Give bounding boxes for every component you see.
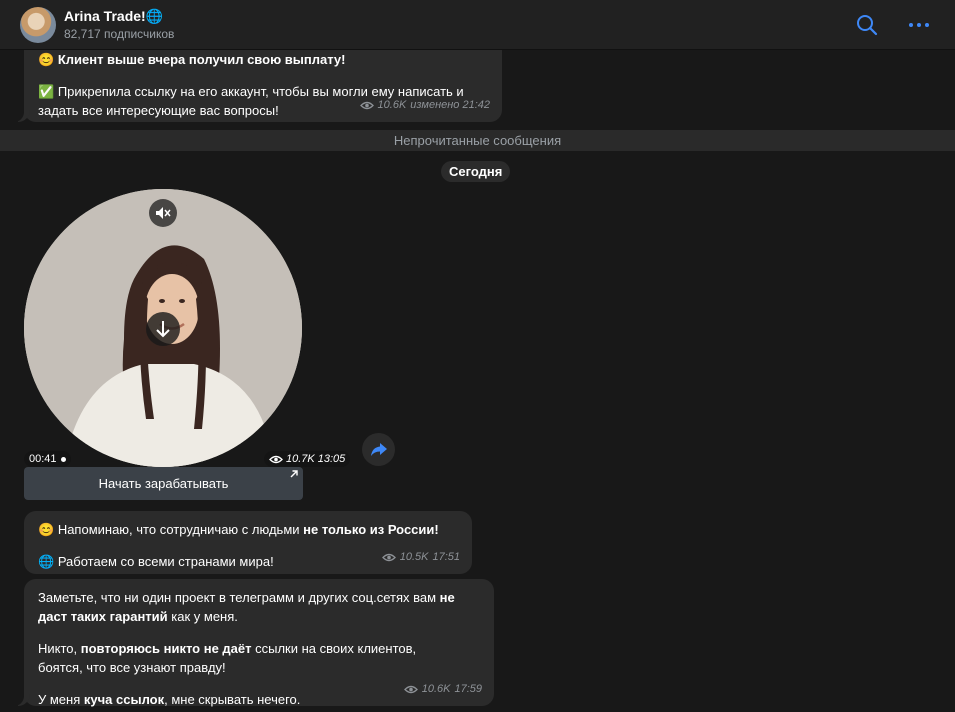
search-icon xyxy=(857,15,878,36)
view-count: 10.6K xyxy=(377,99,407,111)
arrow-down-icon xyxy=(156,321,170,338)
message-meta: 10.5K 17:51 xyxy=(381,548,460,567)
message-line: Заметьте, что ни один проект в телеграмм… xyxy=(38,588,480,607)
message-bold-text: Клиент выше вчера получил свою выплату! xyxy=(57,52,346,67)
share-button[interactable] xyxy=(362,433,395,466)
smile-emoji: 😊 xyxy=(38,522,55,537)
mute-button[interactable] xyxy=(149,199,177,227)
message-bubble[interactable]: Заметьте, что ни один проект в телеграмм… xyxy=(12,579,494,707)
message-meta: 10.6K 17:59 xyxy=(403,680,482,699)
globe-emoji: 🌐 xyxy=(38,554,55,569)
edited-time: изменено 21:42 xyxy=(410,99,490,111)
view-count: 10.6K xyxy=(421,683,451,695)
subscriber-count: 82,717 подписчиков xyxy=(64,27,175,41)
eye-icon xyxy=(359,101,374,110)
message-bubble[interactable]: 😊 Напоминаю, что сотрудничаю с людьми не… xyxy=(24,511,472,574)
share-icon xyxy=(370,443,387,456)
channel-info[interactable]: Arina Trade!🌐 82,717 подписчиков xyxy=(64,8,174,41)
message-bold-text: не xyxy=(439,590,455,605)
duration-text: 00:41 xyxy=(29,453,57,465)
unread-dot-icon xyxy=(60,456,66,462)
external-link-icon xyxy=(290,470,298,478)
message-text: как у меня. xyxy=(167,609,238,624)
message-text: Напоминаю, что сотрудничаю с людьми xyxy=(57,522,304,537)
message-time: 13:05 xyxy=(317,453,346,465)
message-line: даст таких гарантий как у меня. xyxy=(38,607,480,626)
message-text: Никто, xyxy=(38,641,81,656)
message-bold-text: куча ссылок xyxy=(83,692,165,707)
message-text: Заметьте, что ни один проект в телеграмм… xyxy=(38,590,440,605)
bubble-tail xyxy=(12,694,30,706)
more-icon xyxy=(909,23,929,27)
message-text: , мне скрывать нечего. xyxy=(164,692,301,707)
mute-icon xyxy=(156,207,171,219)
chat-header: Arina Trade!🌐 82,717 подписчиков xyxy=(0,0,955,50)
message-bold-text: даст таких гарантий xyxy=(38,609,168,624)
channel-avatar[interactable] xyxy=(20,6,56,43)
video-meta: 10.7K 13:05 xyxy=(264,451,351,467)
view-count: 10.5K xyxy=(399,551,429,563)
eye-icon xyxy=(403,685,418,694)
channel-title: Arina Trade!🌐 xyxy=(64,8,164,24)
message-text: Работаем со всеми странами мира! xyxy=(57,554,274,569)
message-text: У меня xyxy=(38,692,84,707)
message-bubble[interactable]: 😊 Клиент выше вчера получил свою выплату… xyxy=(12,38,502,122)
message-meta: 10.6K изменено 21:42 xyxy=(359,96,490,115)
smile-emoji: 😊 xyxy=(38,52,55,67)
search-button[interactable] xyxy=(854,12,880,38)
message-bold-text: не только из России! xyxy=(303,522,439,537)
message-text: ссылки на своих клиентов, xyxy=(251,641,417,656)
message-line: 😊 Напоминаю, что сотрудничаю с людьми не… xyxy=(38,520,458,539)
message-line: Никто, повторяюсь никто не даёт ссылки н… xyxy=(38,639,480,658)
check-emoji: ✅ xyxy=(38,84,55,99)
date-pill: Сегодня xyxy=(441,161,511,182)
eye-icon xyxy=(269,455,283,463)
message-time: 17:59 xyxy=(454,683,482,695)
message-bold-text: повторяюсь никто не даёт xyxy=(80,641,252,656)
start-earning-button[interactable]: Начать зарабатывать xyxy=(24,467,303,500)
message-line: 😊 Клиент выше вчера получил свою выплату… xyxy=(38,50,488,69)
view-count: 10.7K xyxy=(286,453,315,465)
download-button[interactable] xyxy=(146,312,180,346)
more-button[interactable] xyxy=(906,12,932,38)
cta-label: Начать зарабатывать xyxy=(98,476,229,491)
bubble-tail xyxy=(12,110,30,122)
message-time: 17:51 xyxy=(432,551,460,563)
message-line: боятся, что все узнают правду! xyxy=(38,660,226,675)
unread-separator: Непрочитанные сообщения xyxy=(0,130,955,151)
video-duration: 00:41 xyxy=(24,451,71,467)
eye-icon xyxy=(381,553,396,562)
